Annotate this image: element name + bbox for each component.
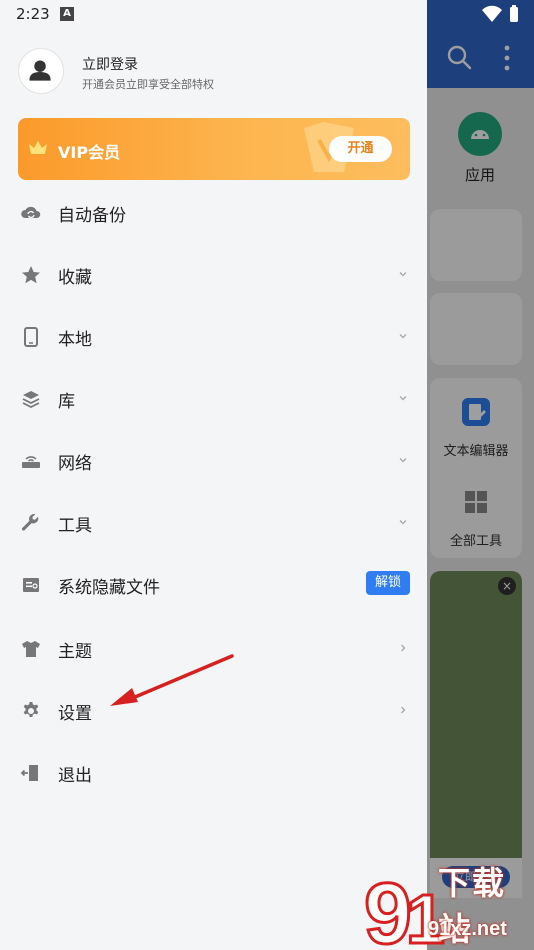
login-title[interactable]: 立即登录	[82, 54, 138, 74]
status-bar: 2:23 A	[0, 0, 534, 28]
wifi-battery-icon	[482, 5, 518, 23]
menu-item-exit[interactable]: 退出	[0, 742, 427, 802]
vip-label: VIP会员	[58, 143, 121, 162]
gear-icon	[23, 702, 39, 717]
menu-label: 自动备份	[58, 206, 126, 226]
chevron-right-icon[interactable]	[397, 642, 409, 654]
menu-item-library[interactable]: 库	[0, 368, 427, 428]
star-icon	[22, 266, 40, 284]
chevron-down-icon[interactable]	[397, 392, 409, 404]
menu-item-hidden-files[interactable]: 系统隐藏文件 解锁	[0, 554, 427, 614]
vip-open-button[interactable]: 开通	[329, 136, 392, 162]
menu-item-favorites[interactable]: 收藏	[0, 244, 427, 304]
chevron-down-icon[interactable]	[397, 516, 409, 528]
svg-text:9: 9	[364, 866, 412, 950]
router-icon	[22, 456, 40, 468]
watermark-domain: 91xz.net	[428, 918, 507, 940]
menu-label: 工具	[58, 516, 92, 536]
menu-label: 退出	[58, 766, 92, 786]
menu-label: 设置	[58, 704, 92, 724]
menu-label: 本地	[58, 330, 92, 350]
avatar[interactable]	[18, 48, 64, 94]
crown-icon	[29, 141, 47, 154]
chevron-down-icon[interactable]	[397, 268, 409, 280]
menu-item-tools[interactable]: 工具	[0, 492, 427, 552]
person-icon	[29, 60, 51, 81]
layers-icon	[22, 391, 40, 409]
unlock-badge[interactable]: 解锁	[366, 571, 410, 595]
chevron-down-icon[interactable]	[397, 330, 409, 342]
phone-icon	[24, 327, 38, 347]
menu-label: 库	[58, 392, 75, 412]
hidden-file-icon	[23, 578, 39, 592]
wrench-icon	[21, 513, 39, 531]
menu-label: 收藏	[58, 268, 92, 288]
login-subtitle: 开通会员立即享受全部特权	[82, 78, 214, 91]
exit-icon	[20, 765, 38, 781]
chevron-right-icon[interactable]	[397, 704, 409, 716]
menu-label: 系统隐藏文件	[58, 578, 160, 598]
menu-label: 网络	[58, 454, 92, 474]
navigation-drawer: 立即登录 开通会员立即享受全部特权 VIP会员 开通 自动备份 收藏 本地 库 …	[0, 0, 427, 950]
cloud-sync-icon	[21, 206, 41, 219]
vip-banner[interactable]: VIP会员 开通	[18, 118, 410, 180]
menu-item-auto-backup[interactable]: 自动备份	[0, 182, 427, 242]
status-time: 2:23	[16, 5, 50, 23]
tshirt-icon	[22, 641, 40, 657]
menu-label: 主题	[58, 642, 92, 662]
annotation-arrow	[110, 654, 234, 706]
login-header[interactable]: 立即登录 开通会员立即享受全部特权	[18, 48, 418, 96]
notification-icon: A	[60, 7, 74, 21]
menu-item-network[interactable]: 网络	[0, 430, 427, 490]
chevron-down-icon[interactable]	[397, 454, 409, 466]
menu-item-local[interactable]: 本地	[0, 306, 427, 366]
